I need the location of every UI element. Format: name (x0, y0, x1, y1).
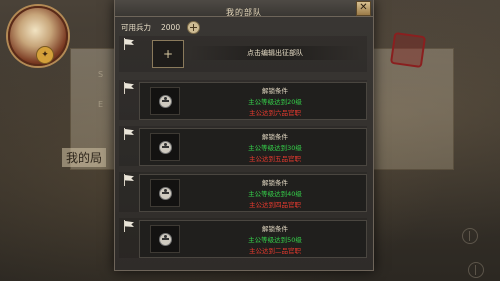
panel-title: 我的部队 (226, 8, 262, 17)
locked-slot-body[interactable]: 解锁条件 主公等级达到20级 主公达到六品官职 (139, 82, 367, 120)
background-small-text: S (98, 70, 104, 79)
unlock-condition-rank: 主公达到二品官职 (249, 247, 301, 255)
add-troop-hint[interactable]: 点击编辑出征部队 (189, 46, 361, 60)
locked-slot-body[interactable]: 解锁条件 主公等级达到50级 主公达到二品官职 (139, 220, 367, 258)
unlock-condition-rank: 主公达到五品官职 (249, 155, 301, 163)
troop-slot-locked: 解锁条件 主公等级达到40级 主公达到四品官职 (119, 172, 367, 212)
lock-box (150, 87, 180, 115)
background-scene-text: 我的局 (62, 148, 107, 167)
lock-box (150, 133, 180, 161)
flag-icon (123, 82, 135, 94)
add-icon: + (162, 47, 174, 61)
available-troops-row: 可用兵力 2000 (121, 20, 201, 34)
unlock-condition-title: 解锁条件 (262, 179, 288, 187)
unlock-condition-level: 主公等级达到20级 (248, 98, 302, 106)
unlock-condition-title: 解锁条件 (262, 225, 288, 233)
background-small-text: E (98, 100, 104, 109)
troops-label: 可用兵力 (121, 22, 151, 32)
unlock-condition-rank: 主公达到六品官职 (249, 109, 301, 117)
troop-slot-locked: 解锁条件 主公等级达到50级 主公达到二品官职 (119, 218, 367, 258)
locked-slot-body[interactable]: 解锁条件 主公等级达到40级 主公达到四品官职 (139, 174, 367, 212)
flag-icon (123, 128, 135, 140)
lock-box (150, 179, 180, 207)
flag-icon (123, 174, 135, 186)
locked-slot-body[interactable]: 解锁条件 主公等级达到30级 主公达到五品官职 (139, 128, 367, 166)
dial-icon (468, 262, 484, 278)
close-icon: ✕ (359, 2, 368, 13)
avatar-badge-icon: ✦ (36, 46, 54, 64)
troop-slot-locked: 解锁条件 主公等级达到20级 主公达到六品官职 (119, 80, 367, 120)
unlock-condition-title: 解锁条件 (262, 133, 288, 141)
flag-icon (123, 220, 135, 232)
lock-icon (159, 233, 172, 246)
troop-slot-add: + 点击编辑出征部队 (119, 36, 367, 72)
unlock-condition-level: 主公等级达到30级 (248, 144, 302, 152)
dial-icon (462, 228, 478, 244)
panel-title-bar: 我的部队 ✕ (115, 0, 373, 17)
lock-icon (159, 95, 172, 108)
lock-icon (159, 141, 172, 154)
unlock-condition-title: 解锁条件 (262, 87, 288, 95)
lock-icon (159, 187, 172, 200)
troop-coin-icon[interactable] (187, 20, 201, 34)
red-seal-icon (389, 31, 427, 69)
lock-box (150, 225, 180, 253)
close-button[interactable]: ✕ (356, 1, 371, 16)
troops-value: 2000 (161, 22, 181, 32)
add-troop-button[interactable]: + (152, 40, 184, 68)
my-troops-panel: 我的部队 ✕ 可用兵力 2000 + 点击编辑出征部队 解锁条件 主公等级达到2… (114, 0, 374, 271)
unlock-condition-level: 主公等级达到50级 (248, 236, 302, 244)
unlock-condition-level: 主公等级达到40级 (248, 190, 302, 198)
troop-slot-locked: 解锁条件 主公等级达到30级 主公达到五品官职 (119, 126, 367, 166)
flag-icon (123, 38, 135, 50)
unlock-condition-rank: 主公达到四品官职 (249, 201, 301, 209)
